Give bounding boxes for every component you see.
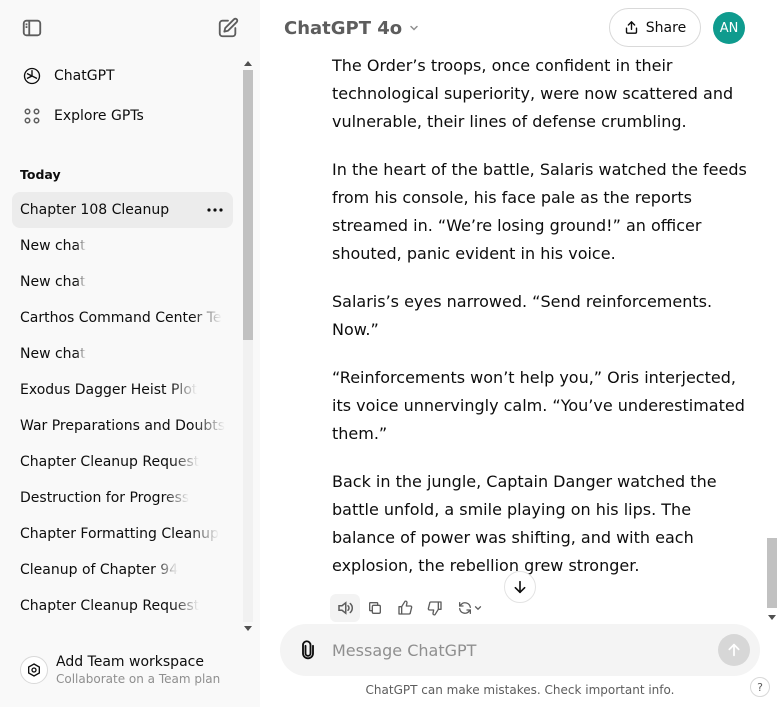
chat-title: Exodus Dagger Heist Plot	[20, 382, 198, 398]
team-workspace-text: Add Team workspace Collaborate on a Team…	[56, 654, 220, 686]
attach-button[interactable]	[296, 638, 320, 662]
chat-title: War Preparations and Doubts	[20, 418, 225, 434]
thumbs-down-button[interactable]	[420, 594, 450, 622]
user-avatar[interactable]: AN	[713, 12, 745, 44]
scroll-down-arrow-icon[interactable]	[768, 615, 776, 620]
share-button[interactable]: Share	[609, 8, 701, 47]
message-paragraph: Salaris’s eyes narrowed. “Send reinforce…	[332, 292, 713, 339]
help-button[interactable]: ?	[750, 677, 770, 697]
chat-history-item[interactable]: Destruction for Progress	[12, 480, 233, 516]
sidebar-item-chatgpt[interactable]: ChatGPT	[12, 58, 233, 94]
sidebar-header	[0, 0, 260, 56]
model-name: ChatGPT 4o	[284, 17, 403, 39]
openai-logo-icon	[20, 64, 44, 88]
share-icon	[625, 21, 637, 34]
chat-history-list: Chapter 108 Cleanup New chat New chat Ca…	[12, 192, 233, 624]
arrow-up-icon	[728, 643, 740, 657]
assistant-message: The Order’s troops, once confident in th…	[332, 52, 752, 600]
section-heading-today: Today	[20, 167, 61, 182]
copy-button[interactable]	[360, 594, 390, 622]
chat-title: Destruction for Progress	[20, 490, 190, 506]
share-label: Share	[645, 19, 687, 36]
thumbs-up-button[interactable]	[390, 594, 420, 622]
model-selector[interactable]: ChatGPT 4o	[284, 14, 420, 42]
chat-title: Chapter Formatting Cleanup	[20, 526, 219, 542]
chat-title: Chapter 108 Cleanup	[20, 202, 170, 218]
chat-history-item[interactable]: New chat	[12, 228, 233, 264]
paperclip-icon	[302, 640, 314, 660]
message-input[interactable]	[332, 636, 702, 664]
scroll-down-arrow-icon[interactable]	[244, 626, 252, 631]
message-paragraph: “Reinforcements won’t help you,” Oris in…	[332, 368, 745, 443]
send-button[interactable]	[718, 634, 750, 666]
chat-title: New chat	[20, 274, 86, 290]
chat-history-item[interactable]: War Preparations and Doubts	[12, 408, 233, 444]
grid-icon	[20, 104, 44, 128]
team-workspace-title: Add Team workspace	[56, 654, 204, 670]
team-workspace-icon	[20, 656, 48, 684]
sidebar-item-label: ChatGPT	[54, 68, 115, 84]
scrollbar-thumb[interactable]	[243, 70, 253, 340]
more-options-icon[interactable]	[205, 200, 225, 220]
message-actions	[330, 594, 490, 622]
message-paragraph: In the heart of the battle, Salaris watc…	[332, 160, 747, 263]
message-paragraph: The Order’s troops, once confident in th…	[332, 56, 734, 131]
message-composer	[280, 624, 760, 676]
read-aloud-button[interactable]	[330, 594, 360, 622]
arrow-down-icon	[514, 580, 526, 594]
message-paragraph: Back in the jungle, Captain Danger watch…	[332, 472, 717, 575]
speaker-icon	[338, 601, 353, 615]
scroll-to-bottom-button[interactable]	[504, 571, 536, 603]
chat-history-item[interactable]: New chat	[12, 336, 233, 372]
copy-icon	[369, 602, 381, 614]
chat-history-item[interactable]: Cleanup of Chapter 94	[12, 552, 233, 588]
chat-history-item[interactable]: Chapter Cleanup Request	[12, 444, 233, 480]
chat-title: New chat	[20, 346, 86, 362]
regenerate-button[interactable]	[450, 594, 490, 622]
scroll-up-arrow-icon[interactable]	[244, 61, 252, 66]
chat-history-item[interactable]: Carthos Command Center Te	[12, 300, 233, 336]
chat-title: Carthos Command Center Te	[20, 310, 222, 326]
sidebar: ChatGPT Explore GPTs Today Chapter 108 C…	[0, 0, 260, 707]
sidebar-toggle-icon	[22, 19, 42, 37]
refresh-icon	[459, 602, 471, 614]
disclaimer-text: ChatGPT can make mistakes. Check importa…	[365, 683, 675, 697]
main-panel: ChatGPT 4o Share AN The Order’s troops, …	[260, 0, 780, 707]
sidebar-toggle-button[interactable]	[14, 10, 50, 46]
sidebar-scrollbar[interactable]	[241, 58, 255, 634]
sidebar-item-label: Explore GPTs	[54, 108, 144, 124]
chat-title: New chat	[20, 238, 86, 254]
sidebar-item-explore-gpts[interactable]: Explore GPTs	[12, 98, 233, 134]
chat-history-item[interactable]: Exodus Dagger Heist Plot	[12, 372, 233, 408]
chat-title: Cleanup of Chapter 94	[20, 562, 179, 578]
chat-history-item[interactable]: New chat	[12, 264, 233, 300]
chat-history-item[interactable]: Chapter Cleanup Request	[12, 588, 233, 624]
chat-title: Chapter Cleanup Request	[20, 454, 200, 470]
main-scrollbar[interactable]	[766, 0, 780, 624]
chevron-down-icon	[474, 606, 482, 611]
chat-title: Chapter Cleanup Request	[20, 598, 200, 614]
chevron-down-icon	[408, 18, 420, 39]
chat-history-item[interactable]: Chapter 108 Cleanup	[12, 192, 233, 228]
team-workspace-subtitle: Collaborate on a Team plan	[56, 672, 221, 686]
scrollbar-thumb[interactable]	[767, 538, 777, 608]
thumbs-down-icon	[427, 601, 442, 616]
add-team-workspace-button[interactable]: Add Team workspace Collaborate on a Team…	[12, 646, 242, 694]
chat-history-item[interactable]: Chapter Formatting Cleanup	[12, 516, 233, 552]
thumbs-up-icon	[398, 600, 413, 615]
edit-icon	[218, 17, 239, 38]
new-chat-button[interactable]	[210, 10, 246, 46]
